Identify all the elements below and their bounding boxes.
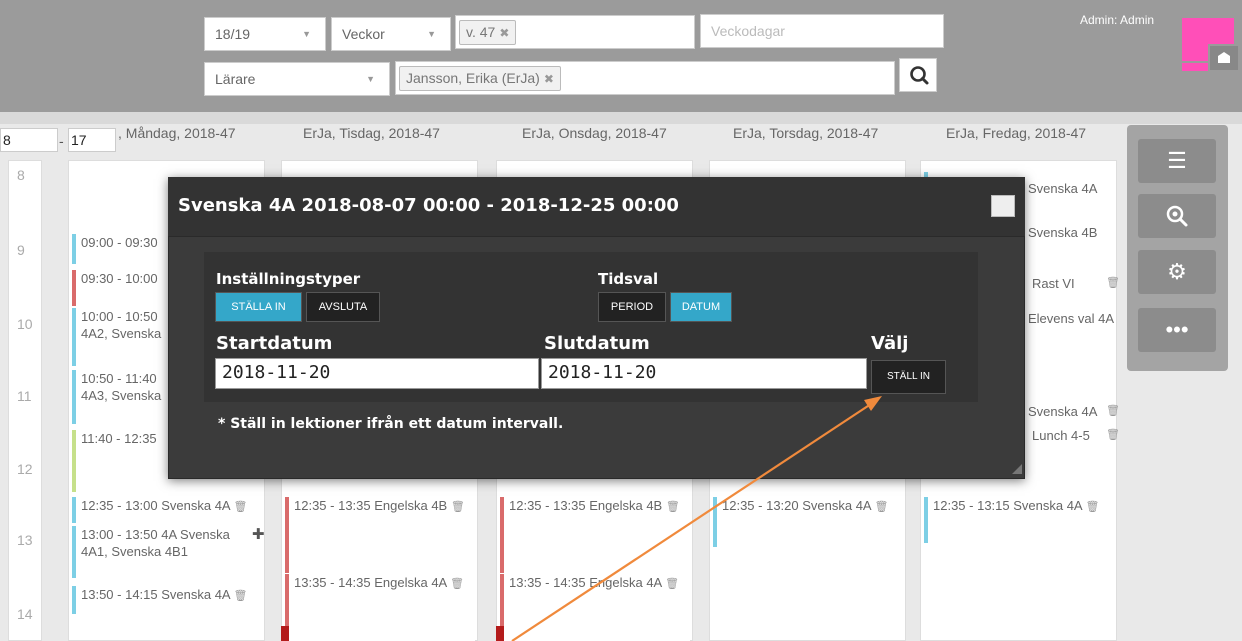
day-header-wednesday: ErJa, Onsdag, 2018-47 [522,125,667,141]
teacher-chip-label: Jansson, Erika (ErJa) [406,70,540,86]
lesson-label: 12:35 - 13:00 Svenska 4A [81,498,230,513]
more-button[interactable]: ••• [1138,308,1216,352]
settings-button[interactable]: ⚙ [1138,250,1216,294]
lesson-label: 13:00 - 13:50 4A Svenska [81,527,230,542]
lesson-detail: 4A1, Svenska 4B1 [81,544,188,559]
trash-icon[interactable]: 🗑 [1106,403,1120,420]
day-header-thursday: ErJa, Torsdag, 2018-47 [733,125,879,141]
time-choice-label: Tidsval [598,270,659,288]
lesson-label: Rast VI [1032,276,1075,291]
trash-icon[interactable]: 🗑 [1106,275,1120,292]
period-option-button[interactable]: PERIOD [598,292,666,322]
plus-icon[interactable]: ✚ [252,526,265,543]
lesson-label: 09:00 - 09:30 [81,235,158,250]
lesson-label: Svenska 4A [1028,404,1098,419]
set-option-button[interactable]: STÄLLA IN [215,292,302,322]
lesson-label: 12:35 - 13:35 Engelska 4B [294,498,448,513]
day-header-friday: ErJa, Fredag, 2018-47 [946,125,1087,141]
lesson-label: Lunch 4-5 [1032,428,1090,443]
hour-label: 12 [17,461,33,477]
week-chip: v. 47 ✖ [459,20,517,45]
logo [1182,18,1240,73]
resize-handle-icon[interactable] [1012,464,1022,474]
hour-from-input[interactable]: 8 [0,128,58,152]
role-select-value: Lärare [215,71,256,87]
remove-icon[interactable]: ✖ [499,26,509,40]
dialog-title: Svenska 4A 2018-08-07 00:00 - 2018-12-25… [178,195,679,216]
trash-icon[interactable]: 🗑 [451,501,465,513]
role-select[interactable]: Lärare ▼ [204,62,390,96]
hour-label: 11 [17,388,32,404]
teacher-chip: Jansson, Erika (ErJa) ✖ [399,66,561,91]
search-zoom-icon [1166,205,1188,227]
zoom-button[interactable] [1138,194,1216,238]
lesson-label: Svenska 4A [1028,181,1098,196]
trash-icon[interactable]: 🗑 [234,590,248,602]
gear-icon: ⚙ [1167,259,1187,284]
lesson-label: Svenska 4B [1028,225,1098,240]
hour-label: 10 [17,316,33,332]
toolbar-shadow [0,112,1242,124]
lesson-item[interactable]: 13:00 - 13:50 4A Svenska 4A1, Svenska 4B1… [72,526,265,578]
date-option-button[interactable]: DATUM [670,292,732,322]
choose-label: Välj [871,333,909,354]
hour-range-dash: - [59,133,64,149]
teacher-select[interactable]: Jansson, Erika (ErJa) ✖ [395,61,895,95]
search-icon [910,66,929,85]
end-date-input[interactable]: 2018-11-20 [541,358,867,389]
trash-icon[interactable]: 🗑 [450,578,464,590]
chevron-down-icon: ▼ [427,29,436,39]
hour-to-value: 17 [71,132,87,148]
trash-icon[interactable]: 🗑 [1106,427,1120,444]
lesson-item[interactable]: 13:35 - 14:35 Engelska 4A 🗑 [285,574,475,641]
trash-icon[interactable]: 🗑 [234,501,248,513]
day-header-monday: , Måndag, 2018-47 [118,125,236,141]
hour-to-input[interactable]: 17 [68,128,116,152]
lesson-label: Elevens val 4A [1028,311,1114,326]
year-select-value: 18/19 [215,26,251,42]
more-icon: ••• [1165,317,1189,342]
settings-type-label: Inställningstyper [216,270,361,288]
dialog-close-button[interactable] [991,195,1015,217]
lesson-item[interactable]: 12:35 - 13:35 Engelska 4B 🗑 [285,497,475,573]
week-select[interactable]: v. 47 ✖ [455,15,695,49]
user-label[interactable]: Admin: Admin [1080,13,1154,27]
chevron-down-icon: ▼ [366,74,375,84]
lesson-item[interactable]: 13:50 - 14:15 Svenska 4A 🗑 [72,586,262,614]
day-header-tuesday: ErJa, Tisdag, 2018-47 [303,125,440,141]
hour-label: 9 [17,242,25,258]
list-view-button[interactable]: ☰ [1138,139,1216,183]
hour-label: 13 [17,532,33,548]
hour-label: 8 [17,167,25,183]
lesson-label: 13:50 - 14:15 Svenska 4A [81,587,230,602]
start-date-label: Startdatum [216,333,333,354]
weekdays-select[interactable]: Veckodagar [700,14,944,48]
start-date-input[interactable]: 2018-11-20 [215,358,539,389]
lesson-item[interactable]: 12:35 - 13:15 Svenska 4A 🗑 [924,497,1114,543]
lesson-label: 13:35 - 14:35 Engelska 4A [294,575,447,590]
period-type-select[interactable]: Veckor ▼ [331,17,451,51]
week-chip-label: v. 47 [466,24,496,40]
remove-icon[interactable]: ✖ [544,72,554,86]
trash-icon[interactable]: 🗑 [1086,501,1100,513]
weekdays-placeholder: Veckodagar [711,23,785,39]
year-select[interactable]: 18/19 ▼ [204,17,326,51]
hour-from-value: 8 [3,132,11,148]
list-icon: ☰ [1167,148,1187,173]
end-option-button[interactable]: AVSLUTA [306,292,380,322]
lesson-item[interactable]: 12:35 - 13:00 Svenska 4A 🗑 [72,497,262,523]
search-button[interactable] [899,58,937,92]
chevron-down-icon: ▼ [302,29,311,39]
lesson-label: 11:40 - 12:35 [81,431,157,446]
hour-label: 14 [17,606,33,622]
lesson-label: 09:30 - 10:00 [81,271,158,286]
end-date-label: Slutdatum [544,333,650,354]
color-marker [281,626,289,641]
annotation-arrow [511,396,882,641]
lesson-label: 12:35 - 13:15 Svenska 4A [933,498,1082,513]
period-type-value: Veckor [342,26,385,42]
